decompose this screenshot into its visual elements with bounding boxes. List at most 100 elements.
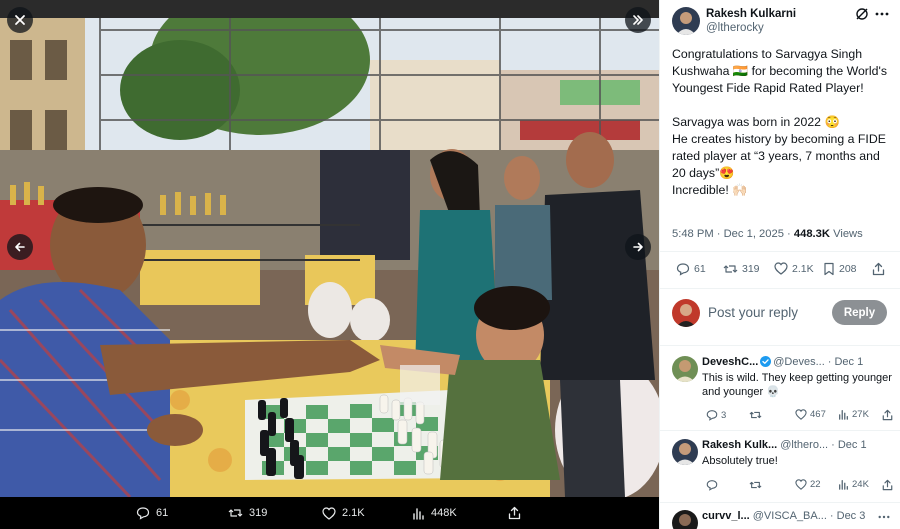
close-icon [14, 14, 26, 26]
repost-icon [723, 262, 738, 276]
media-like-button[interactable]: 2.1K [322, 497, 365, 529]
post-detail-panel: Rakesh Kulkarni @ltherocky Congratulatio… [659, 0, 900, 529]
repost-icon [228, 506, 243, 520]
user-avatar [672, 299, 700, 327]
reply-like-count: 467 [810, 409, 826, 420]
arrow-right-icon [632, 241, 644, 253]
reply-views-count: 24K [852, 479, 869, 490]
reply-reply-button[interactable] [706, 479, 718, 491]
reply-actions: 3 467 27K [702, 409, 893, 423]
reply-author-handle[interactable]: @lthero... [780, 439, 828, 451]
reply-author-name[interactable]: curvv_l... [702, 510, 750, 522]
share-icon [872, 262, 885, 276]
previous-image-button[interactable] [7, 234, 33, 260]
post-text-paragraph-4: Incredible! 🙌🏻 [672, 183, 748, 197]
reply-author-handle[interactable]: @Deves... [773, 356, 825, 368]
reply-author-name[interactable]: DeveshC... [702, 356, 758, 368]
reply-button[interactable]: 61 [676, 262, 706, 276]
views-icon [838, 409, 849, 420]
reply-views-button[interactable]: 27K [838, 409, 869, 420]
media-like-count: 2.1K [342, 507, 365, 519]
reply-icon [136, 506, 150, 520]
heart-icon [322, 506, 336, 520]
author-avatar[interactable] [672, 7, 700, 35]
share-icon [508, 506, 521, 520]
media-repost-count: 319 [249, 507, 268, 519]
post-views-label: Views [829, 228, 863, 240]
post-text-paragraph-2: Sarvagya was born in 2022 😳 [672, 115, 840, 129]
divider [660, 251, 900, 252]
post-photo [0, 0, 659, 497]
reply-text: Absolutely true! [702, 455, 778, 467]
reply-like-button[interactable]: 467 [795, 409, 826, 420]
reply-actions: 22 24K [702, 479, 893, 493]
media-reply-count: 61 [156, 507, 169, 519]
reply-item[interactable]: Rakesh Kulk... @lthero... · Dec 1 Absolut… [672, 439, 894, 499]
author-handle[interactable]: @ltherocky [706, 22, 764, 34]
reply-avatar[interactable] [672, 439, 698, 465]
reply-icon [706, 409, 718, 421]
media-views-button[interactable]: 448K [412, 497, 457, 529]
views-icon [838, 479, 849, 490]
reply-avatar[interactable] [672, 510, 698, 529]
more-options-icon[interactable] [877, 510, 891, 528]
reply-avatar[interactable] [672, 356, 698, 382]
post-timestamp[interactable]: 5:48 PM · Dec 1, 2025 · [672, 228, 794, 240]
reply-input[interactable]: Post your reply [708, 305, 798, 320]
post-author: Rakesh Kulkarni @ltherocky [672, 7, 892, 39]
next-image-button[interactable] [625, 234, 651, 260]
reply-item[interactable]: curvv_l... @VISCA_BA... · Dec 3 [672, 510, 894, 529]
expand-panel-button[interactable] [625, 7, 651, 33]
repost-icon [749, 409, 762, 421]
reply-like-count: 22 [810, 479, 821, 490]
reply-author-handle[interactable]: @VISCA_BA... [753, 510, 827, 522]
repost-icon [749, 479, 762, 491]
divider [660, 430, 900, 431]
bookmark-icon [823, 262, 835, 276]
reply-views-count: 27K [852, 409, 869, 420]
media-viewer: 61 319 2.1K 448K [0, 0, 659, 529]
reply-text: This is wild. They keep getting younger … [702, 372, 892, 398]
reply-author-name[interactable]: Rakesh Kulk... [702, 439, 777, 451]
media-repost-button[interactable]: 319 [228, 497, 267, 529]
reply-date[interactable]: · Dec 3 [830, 510, 865, 522]
post-text: Congratulations to Sarvagya Singh Kushwa… [672, 46, 894, 199]
reply-icon [706, 479, 718, 491]
reply-count: 61 [694, 263, 706, 275]
reply-share-button[interactable] [882, 409, 893, 421]
media-reply-button[interactable]: 61 [136, 497, 168, 529]
reply-share-button[interactable] [882, 479, 893, 491]
reply-like-button[interactable]: 22 [795, 479, 821, 490]
chevron-double-right-icon [632, 14, 644, 26]
post-views-count: 448.3K [793, 228, 830, 240]
reply-repost-button[interactable] [749, 409, 765, 421]
divider [660, 345, 900, 346]
post-text-paragraph-1: Congratulations to Sarvagya Singh Kushwa… [672, 47, 887, 95]
share-button[interactable] [872, 262, 885, 276]
more-options-icon[interactable] [874, 7, 890, 21]
bookmark-button[interactable]: 208 [823, 262, 857, 276]
reply-header: Rakesh Kulk... @lthero... · Dec 1 [702, 439, 867, 451]
reply-icon [676, 262, 690, 276]
arrow-left-icon [14, 241, 26, 253]
bookmark-count: 208 [839, 263, 857, 275]
reply-item[interactable]: DeveshC... @Deves... · Dec 1 This is wild.… [672, 356, 894, 428]
reply-repost-button[interactable] [749, 479, 762, 491]
media-share-button[interactable] [508, 497, 521, 529]
author-name[interactable]: Rakesh Kulkarni [706, 8, 796, 20]
repost-button[interactable]: 319 [723, 262, 760, 276]
heart-icon [795, 409, 807, 420]
reply-header: DeveshC... @Deves... · Dec 1 [702, 356, 863, 370]
reply-reply-button[interactable]: 3 [706, 409, 726, 421]
close-button[interactable] [7, 7, 33, 33]
reply-submit-button[interactable]: Reply [832, 300, 887, 325]
heart-icon [795, 479, 807, 490]
share-icon [882, 479, 893, 491]
post-text-paragraph-3: He creates history by becoming a FIDE ra… [672, 132, 886, 180]
reply-date[interactable]: · Dec 1 [828, 356, 863, 368]
like-button[interactable]: 2.1K [774, 262, 814, 275]
grok-icon[interactable] [855, 7, 869, 21]
divider [660, 502, 900, 503]
reply-views-button[interactable]: 24K [838, 479, 869, 490]
reply-date[interactable]: · Dec 1 [831, 439, 866, 451]
